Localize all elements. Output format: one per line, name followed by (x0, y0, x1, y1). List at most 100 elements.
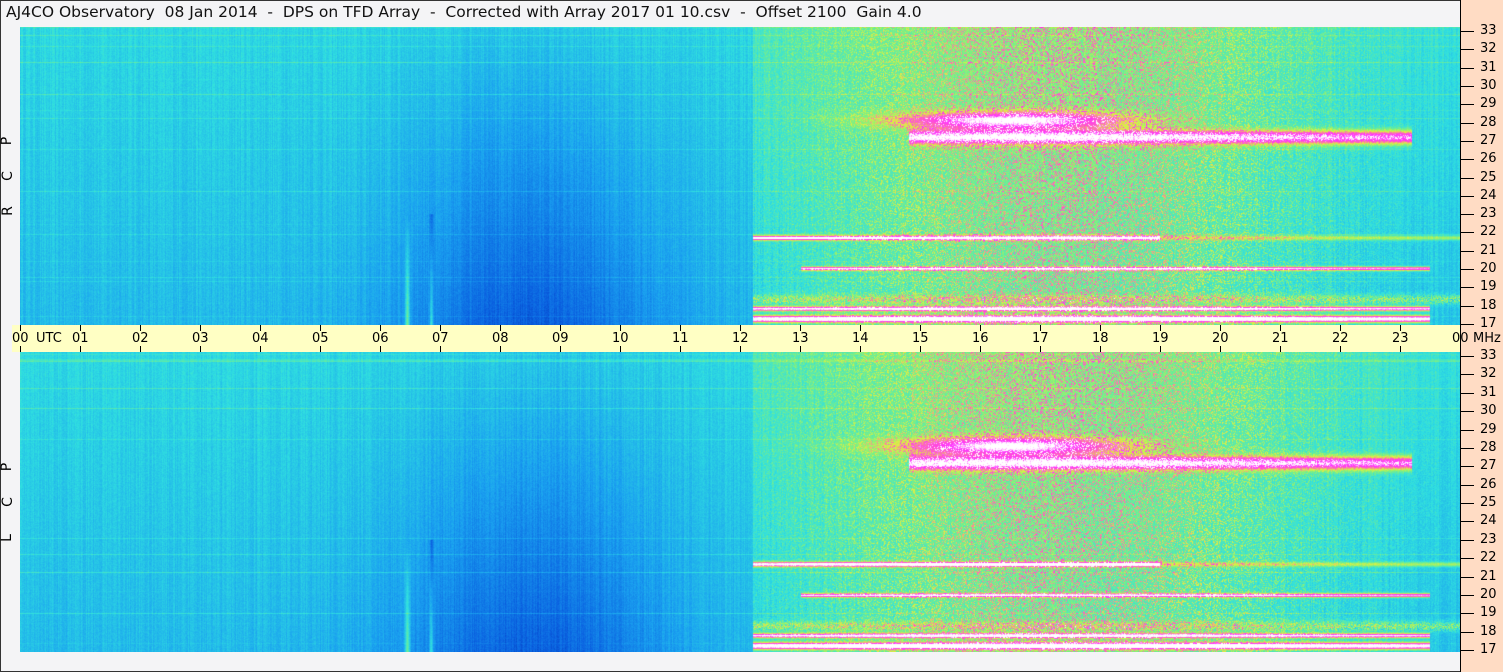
y-tick (1460, 269, 1474, 271)
y-tick-label: 22 (1480, 224, 1497, 240)
y-tick-label: 17 (1480, 642, 1497, 657)
x-tick-label: 00 (12, 331, 29, 346)
x-tick (500, 346, 501, 352)
x-tick (1040, 346, 1041, 352)
y-tick (1460, 159, 1474, 161)
y-tick (1460, 232, 1474, 234)
y-tick (1460, 374, 1474, 376)
y-tick (1460, 411, 1474, 413)
x-tick-label: 03 (192, 331, 209, 346)
y-tick-label: 26 (1480, 151, 1497, 167)
spectrogram-lcp (20, 352, 1460, 652)
y-tick (1460, 594, 1474, 596)
y-tick (1460, 104, 1474, 106)
y-tick (1460, 195, 1474, 197)
y-tick (1460, 250, 1474, 252)
y-tick-label: 24 (1480, 187, 1497, 203)
x-tick-label: 18 (1092, 331, 1109, 346)
y-tick (1460, 356, 1474, 357)
y-tick-label: 28 (1480, 114, 1497, 130)
panel-label-l: L (0, 534, 15, 542)
x-tick (1160, 346, 1161, 352)
x-tick (1280, 346, 1281, 352)
y-tick-label: 25 (1480, 495, 1497, 510)
y-tick-label: 30 (1480, 403, 1497, 419)
y-tick-label: 17 (1480, 316, 1497, 331)
x-tick-label: 01 (72, 331, 89, 346)
x-tick (860, 346, 861, 352)
x-tick (1100, 346, 1101, 352)
x-tick (740, 346, 741, 352)
x-tick-label: 23 (1392, 331, 1409, 346)
x-tick-label: 07 (432, 331, 449, 346)
y-tick (1460, 613, 1474, 615)
x-tick (140, 346, 141, 352)
x-tick (260, 346, 261, 352)
x-tick-label: 05 (312, 331, 329, 346)
spectrogram-rcp (20, 27, 1460, 325)
x-tick-label: 00 (1452, 331, 1469, 346)
y-tick-label: 29 (1480, 421, 1497, 437)
y-tick (1460, 85, 1474, 87)
x-tick (320, 346, 321, 352)
y-tick-label: 27 (1480, 458, 1497, 474)
y-tick-label: 18 (1480, 623, 1497, 639)
y-tick (1460, 287, 1474, 289)
x-tick (920, 346, 921, 352)
y-tick-label: 23 (1480, 531, 1497, 547)
y-tick (1460, 466, 1474, 468)
y-tick-label: 26 (1480, 476, 1497, 492)
y-tick-label: 19 (1480, 605, 1497, 621)
y-tick (1460, 631, 1474, 633)
y-tick-label: 33 (1480, 348, 1497, 363)
x-tick-label: 04 (252, 331, 269, 346)
x-tick (800, 346, 801, 352)
y-tick (1460, 31, 1474, 32)
y-tick-label: 29 (1480, 96, 1497, 112)
y-tick (1460, 177, 1474, 179)
x-tick-label: 19 (1152, 331, 1169, 346)
x-tick (1220, 346, 1221, 352)
y-tick-label: 27 (1480, 132, 1497, 148)
y-tick (1460, 484, 1474, 486)
x-tick (200, 346, 201, 352)
panel-label-p: P (0, 136, 16, 146)
x-tick-label: 22 (1332, 331, 1349, 346)
panel-label-c: C (0, 497, 16, 507)
y-tick-label: 31 (1480, 384, 1497, 400)
x-tick-label: 15 (912, 331, 929, 346)
y-tick-label: 24 (1480, 513, 1497, 529)
x-tick (620, 346, 621, 352)
x-tick (1460, 346, 1461, 352)
x-tick-label: 17 (1032, 331, 1049, 346)
y-tick (1460, 650, 1474, 651)
y-tick (1460, 49, 1474, 51)
x-tick (80, 346, 81, 352)
x-tick (560, 346, 561, 352)
y-tick (1460, 392, 1474, 394)
x-tick-label: 16 (972, 331, 989, 346)
y-tick-label: 20 (1480, 586, 1497, 602)
y-tick (1460, 558, 1474, 560)
x-tick-label: 09 (552, 331, 569, 346)
x-tick-label: 21 (1272, 331, 1289, 346)
x-unit-label: UTC (36, 331, 62, 346)
y-tick (1460, 67, 1474, 69)
panel-label-c: C (0, 171, 16, 181)
y-tick (1460, 305, 1474, 307)
y-tick-label: 21 (1480, 242, 1497, 258)
y-tick-label: 22 (1480, 550, 1497, 566)
x-tick-label: 11 (672, 331, 689, 346)
x-tick-label: 12 (732, 331, 749, 346)
y-tick (1460, 447, 1474, 449)
y-tick-label: 23 (1480, 206, 1497, 222)
y-tick-label: 33 (1480, 23, 1497, 38)
x-tick (980, 346, 981, 352)
x-tick-label: 06 (372, 331, 389, 346)
x-tick (680, 346, 681, 352)
y-tick-label: 25 (1480, 169, 1497, 185)
x-tick-label: 13 (792, 331, 809, 346)
y-tick-label: 32 (1480, 366, 1497, 382)
panel-label-r: R (0, 206, 16, 216)
x-tick (1400, 346, 1401, 352)
